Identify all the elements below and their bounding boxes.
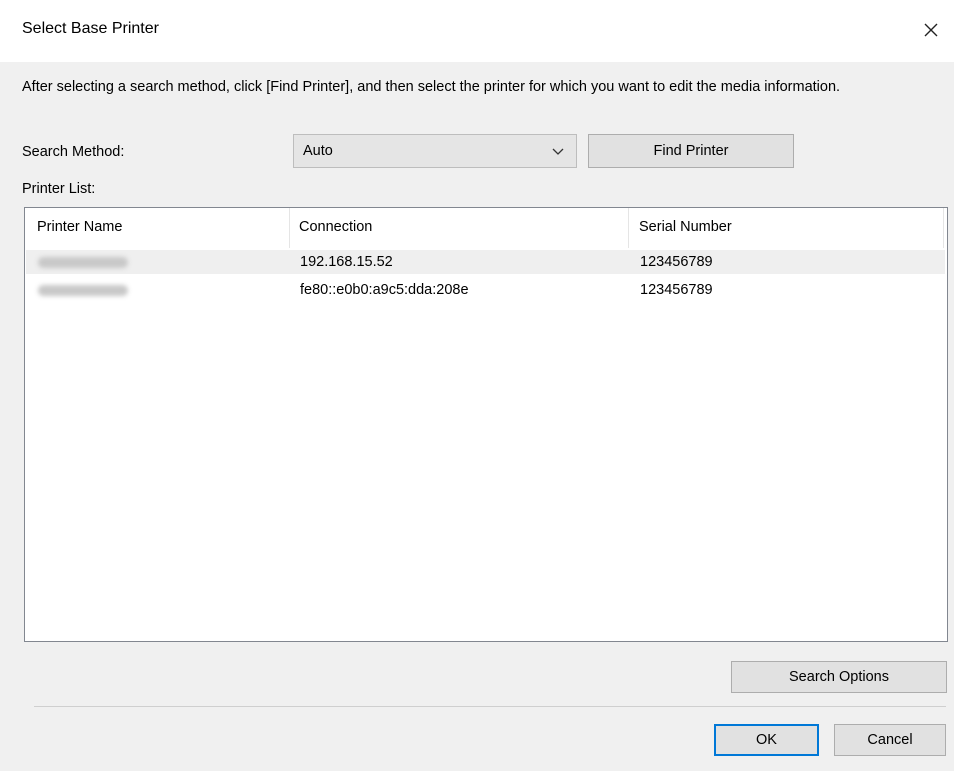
title-bar: Select Base Printer — [0, 0, 954, 62]
close-icon — [924, 23, 938, 37]
connection-cell: fe80::e0b0:a9c5:dda:208e — [300, 282, 469, 298]
column-divider[interactable] — [628, 208, 629, 248]
printer-list-label: Printer List: — [22, 181, 96, 197]
table-row[interactable]: fe80::e0b0:a9c5:dda:208e 123456789 — [26, 278, 945, 302]
list-header: Printer Name Connection Serial Number — [25, 208, 947, 248]
ok-button[interactable]: OK — [714, 724, 819, 756]
search-options-button[interactable]: Search Options — [731, 661, 947, 693]
column-header-printer-name[interactable]: Printer Name — [37, 219, 122, 235]
search-method-value: Auto — [303, 143, 333, 159]
connection-cell: 192.168.15.52 — [300, 254, 393, 270]
footer-divider — [34, 706, 946, 707]
dialog-title: Select Base Printer — [22, 20, 159, 37]
cancel-button[interactable]: Cancel — [834, 724, 946, 756]
column-divider[interactable] — [289, 208, 290, 248]
printer-list[interactable]: Printer Name Connection Serial Number 19… — [24, 207, 948, 642]
close-button[interactable] — [908, 10, 954, 50]
column-divider[interactable] — [943, 208, 944, 248]
printer-name-redacted — [38, 285, 128, 296]
chevron-down-icon — [552, 148, 564, 155]
column-header-serial-number[interactable]: Serial Number — [639, 219, 732, 235]
search-method-select[interactable]: Auto — [293, 134, 577, 168]
table-row[interactable]: 192.168.15.52 123456789 — [26, 250, 945, 274]
serial-number-cell: 123456789 — [640, 254, 713, 270]
printer-name-redacted — [38, 257, 128, 268]
find-printer-button[interactable]: Find Printer — [588, 134, 794, 168]
serial-number-cell: 123456789 — [640, 282, 713, 298]
search-method-label: Search Method: — [22, 144, 125, 160]
column-header-connection[interactable]: Connection — [299, 219, 372, 235]
instruction-text: After selecting a search method, click [… — [22, 79, 841, 95]
